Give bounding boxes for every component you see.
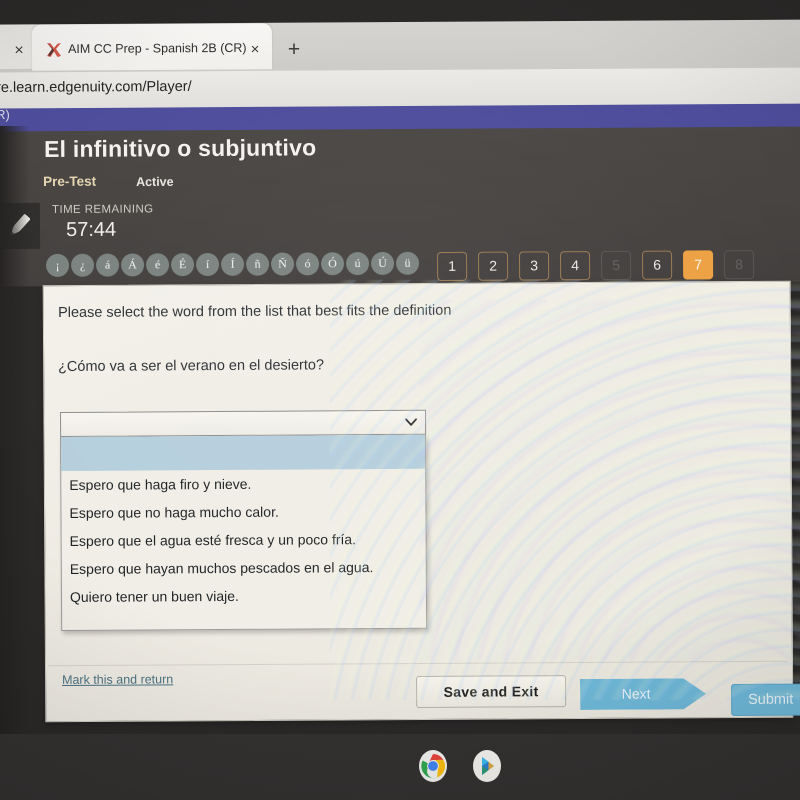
accent-key-8[interactable]: ñ [245, 252, 270, 276]
close-icon[interactable]: × [246, 41, 264, 59]
accent-key-5[interactable]: É [170, 253, 195, 277]
question-nav-button-3[interactable]: 3 [518, 251, 550, 281]
phone-photo-of-chromebook-screen: × AIM CC Prep - Spanish 2B (CR) × + re.l… [0, 0, 800, 800]
chrome-icon[interactable] [418, 749, 448, 788]
aim-x-favicon [44, 40, 64, 60]
dropdown-option-1[interactable]: Espero que haga firo y nieve. [61, 469, 425, 499]
accent-character-toolbar[interactable]: ¡ ¿ á Áé Éí Íñ Ñó Óú Úü [46, 251, 420, 277]
dropdown-option-3[interactable]: Espero que el agua esté fresca y un poco… [62, 525, 426, 555]
time-remaining-value: 57:44 [66, 218, 117, 241]
accent-key-13[interactable]: Ú [370, 251, 395, 276]
question-nav-button-8: 8 [723, 250, 755, 280]
answer-select-dropdown[interactable]: Espero que haga firo y nieve. Espero que … [60, 434, 428, 631]
submit-button[interactable]: Submit [731, 683, 800, 716]
accent-key-9[interactable]: Ñ [270, 252, 295, 276]
dropdown-option-0[interactable] [60, 434, 426, 471]
pencil-icon[interactable] [0, 202, 41, 250]
next-button[interactable]: Next [580, 678, 706, 710]
android-taskbar [0, 734, 800, 800]
chevron-down-icon[interactable] [404, 415, 418, 429]
google-play-icon[interactable] [472, 749, 502, 788]
accent-key-3[interactable]: Á [120, 253, 145, 277]
accent-key-4[interactable]: é [145, 253, 170, 277]
time-remaining-label: TIME REMAINING [52, 203, 154, 216]
accent-key-11[interactable]: Ó [320, 252, 345, 276]
accent-key-10[interactable]: ó [295, 252, 320, 276]
page-title: El infinitivo o subjuntivo [44, 134, 317, 162]
dropdown-option-2[interactable]: Espero que no haga mucho calor. [61, 497, 425, 527]
answer-select[interactable] [60, 409, 427, 437]
accent-key-12[interactable]: ú [345, 252, 370, 276]
question-nav-button-4[interactable]: 4 [559, 251, 591, 281]
accent-key-6[interactable]: í [195, 252, 220, 277]
status-badge: Active [136, 174, 174, 189]
question-instruction: Please select the word from the list tha… [58, 302, 452, 321]
close-icon[interactable]: × [10, 42, 28, 60]
save-and-exit-button[interactable]: Save and Exit [416, 675, 567, 708]
browser-tab-title: AIM CC Prep - Spanish 2B (CR) [68, 40, 247, 56]
question-prompt: ¿Cómo va a ser el verano en el desierto? [58, 357, 325, 375]
mark-this-and-return-link[interactable]: Mark this and return [62, 672, 173, 687]
accent-key-7[interactable]: Í [220, 252, 245, 276]
question-nav-button-5: 5 [600, 250, 632, 280]
url-text[interactable]: re.learn.edgenuity.com/Player/ [0, 79, 192, 96]
question-nav-button-6[interactable]: 6 [641, 250, 673, 280]
accent-key-0[interactable]: ¡ [46, 253, 70, 277]
accent-key-2[interactable]: á [95, 253, 120, 277]
accent-key-14[interactable]: ü [395, 251, 420, 275]
question-nav-button-7[interactable]: 7 [682, 250, 714, 280]
accent-key-1[interactable]: ¿ [70, 253, 95, 277]
question-nav-button-1[interactable]: 1 [437, 251, 468, 281]
edgenuity-top-bar-text: R) [0, 106, 10, 122]
dropdown-option-4[interactable]: Espero que hayan muchos pescados en el a… [62, 553, 426, 583]
question-nav-button-2[interactable]: 2 [477, 251, 509, 281]
assignment-type-label: Pre-Test [43, 173, 97, 189]
question-navigation[interactable]: 12345678 [437, 250, 755, 281]
new-tab-icon[interactable]: + [283, 39, 305, 61]
dropdown-option-5[interactable]: Quiero tener un buen viaje. [62, 581, 426, 611]
